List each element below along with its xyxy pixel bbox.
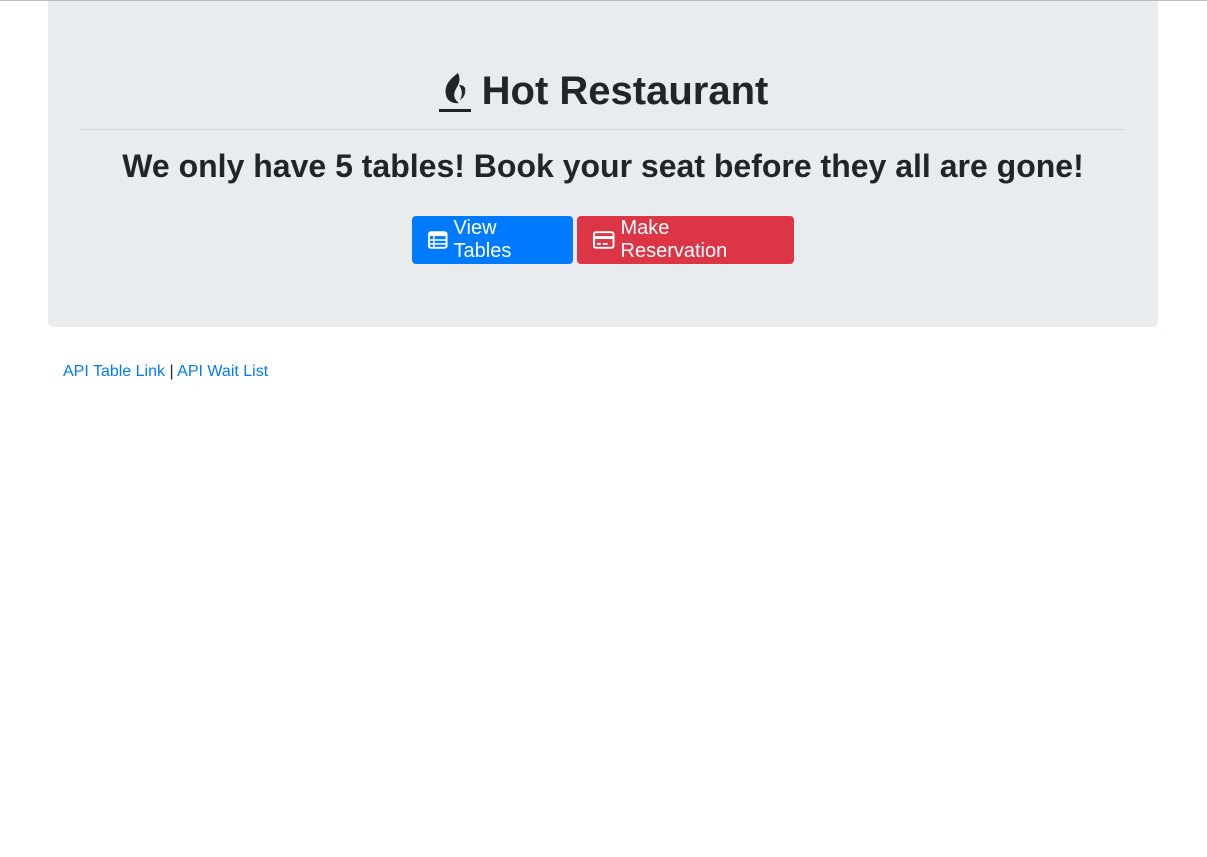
- page-title: Hot Restaurant: [48, 67, 1158, 115]
- api-wait-list-link[interactable]: API Wait List: [177, 363, 268, 380]
- button-row: View Tables Make Reservation: [48, 216, 1158, 264]
- link-separator: |: [169, 363, 174, 380]
- page-subtitle: We only have 5 tables! Book your seat be…: [122, 148, 1084, 184]
- divider: [80, 129, 1125, 130]
- view-tables-button[interactable]: View Tables: [412, 216, 573, 264]
- jumbotron: Hot Restaurant We only have 5 tables! Bo…: [48, 1, 1158, 327]
- api-table-link[interactable]: API Table Link: [63, 363, 165, 380]
- fire-icon: [438, 69, 472, 113]
- table-icon: [428, 231, 448, 249]
- make-reservation-label: Make Reservation: [620, 217, 728, 262]
- credit-card-icon: [593, 231, 615, 249]
- make-reservation-button[interactable]: Make Reservation: [577, 216, 794, 264]
- title-text: Hot Restaurant: [481, 69, 769, 113]
- view-tables-label: View Tables: [453, 217, 512, 262]
- footer-links: API Table Link | API Wait List: [63, 362, 268, 382]
